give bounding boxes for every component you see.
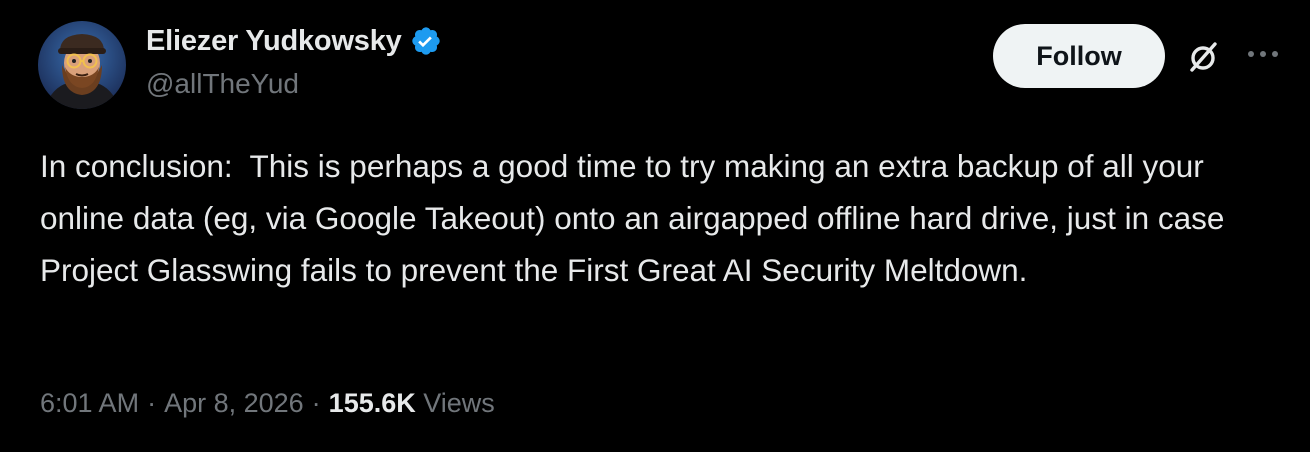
more-icon[interactable] (1245, 42, 1281, 66)
display-name[interactable]: Eliezer Yudkowsky (146, 25, 402, 58)
meta-separator: · (311, 388, 321, 418)
meta-separator: · (147, 388, 157, 418)
tweet-container: Eliezer Yudkowsky @allTheYud Follow In c… (0, 0, 1310, 452)
verified-badge-icon (410, 25, 442, 57)
tweet-time[interactable]: 6:01 AM (40, 388, 139, 418)
tweet-meta: 6:01 AM · Apr 8, 2026 · 155.6K Views (40, 388, 495, 419)
tweet-date[interactable]: Apr 8, 2026 (164, 388, 304, 418)
views-label: Views (423, 388, 495, 418)
follow-button[interactable]: Follow (993, 24, 1165, 88)
grok-icon[interactable] (1184, 37, 1224, 77)
author-block: Eliezer Yudkowsky @allTheYud (146, 22, 442, 100)
tweet-text: In conclusion: This is perhaps a good ti… (40, 148, 1234, 288)
avatar[interactable] (38, 21, 126, 109)
avatar-illustration (38, 21, 126, 109)
handle[interactable]: @allTheYud (146, 68, 442, 100)
name-row: Eliezer Yudkowsky (146, 22, 442, 60)
views-count: 155.6K (328, 388, 416, 418)
